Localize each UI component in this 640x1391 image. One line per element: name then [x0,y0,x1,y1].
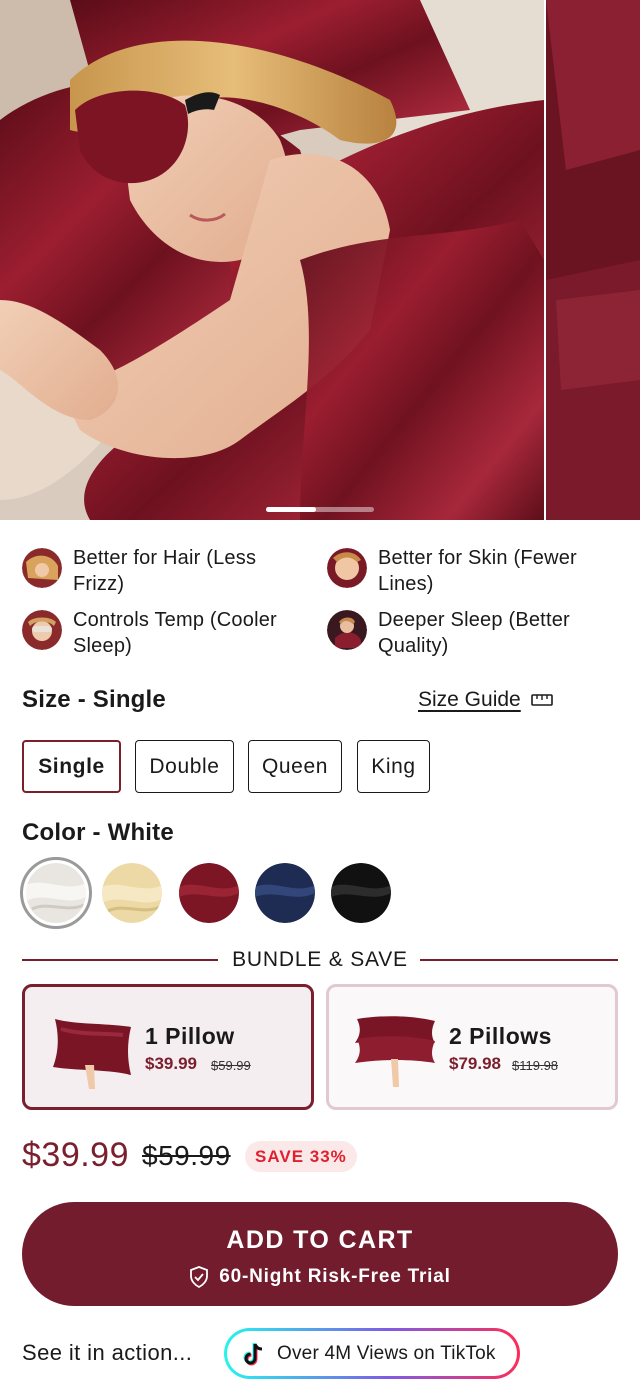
tiktok-button[interactable]: Over 4M Views on TikTok [224,1328,520,1379]
swatch-white[interactable] [26,863,86,923]
swatch-burgundy[interactable] [179,863,239,923]
bundle-2-name: 2 Pillows [449,1023,552,1049]
two-pillows-icon [355,1016,435,1087]
benefit-temp: Controls Temp (Cooler Sleep) [22,607,303,659]
add-to-cart-button[interactable]: ADD TO CART 60-Night Risk-Free Trial [22,1202,618,1306]
next-product-image[interactable] [546,0,640,520]
benefit-temp-label: Controls Temp (Cooler Sleep) [73,609,277,657]
benefit-hair: Better for Hair (Less Frizz) [22,545,303,597]
temp-thumb-icon [22,610,62,650]
size-option-king[interactable]: King [357,740,430,793]
size-option-queen[interactable]: Queen [248,740,342,793]
size-guide-link[interactable]: Size Guide [418,688,553,712]
see-in-action-label: See it in action... [22,1340,193,1365]
product-gallery[interactable] [0,0,640,520]
bundle-divider-left [22,959,218,961]
single-pillow-icon [53,1019,131,1089]
add-to-cart-label: ADD TO CART [226,1226,414,1254]
bundle-1-name: 1 Pillow [145,1023,235,1049]
skin-thumb-icon [327,548,367,588]
gallery-pagination [266,507,374,512]
bundle-option-2-pillows[interactable]: 2 Pillows $79.98 $119.98 [326,984,618,1110]
product-hero-image[interactable] [0,0,544,520]
benefit-sleep-label: Deeper Sleep (Better Quality) [378,609,570,657]
trial-label: 60-Night Risk-Free Trial [219,1266,451,1287]
size-guide-label: Size Guide [418,688,521,711]
tiktok-label: Over 4M Views on TikTok [277,1342,496,1364]
swatch-champagne[interactable] [102,863,162,923]
trial-note: 60-Night Risk-Free Trial [22,1266,618,1288]
original-price: $59.99 [142,1140,231,1171]
save-badge: SAVE 33% [245,1141,357,1172]
gallery-pagination-active [266,507,316,512]
size-option-single[interactable]: Single [22,740,121,793]
bundle-title: BUNDLE & SAVE [232,948,408,971]
bundle-divider-right [420,959,618,961]
size-heading: Size - Single [22,686,166,713]
bundle-1-price: $39.99 [145,1054,197,1073]
ruler-icon [530,694,553,706]
bundle-option-1-pillow[interactable]: 1 Pillow $39.99 $59.99 [22,984,314,1110]
tiktok-icon [243,1342,263,1366]
benefit-sleep: Deeper Sleep (Better Quality) [327,607,608,659]
benefit-skin-label: Better for Skin (Fewer Lines) [378,547,577,595]
bundle-1-old-price: $59.99 [211,1058,251,1073]
bundle-2-old-price: $119.98 [512,1058,559,1073]
shield-check-icon [190,1266,209,1288]
hair-thumb-icon [22,548,62,588]
tiktok-button-inner: Over 4M Views on TikTok [227,1331,517,1376]
swatch-black[interactable] [331,863,391,923]
color-heading: Color - White [22,819,174,846]
bundle-2-price: $79.98 [449,1054,501,1073]
sleep-thumb-icon [327,610,367,650]
benefit-skin: Better for Skin (Fewer Lines) [327,545,608,597]
benefit-hair-label: Better for Hair (Less Frizz) [73,547,257,595]
size-option-double[interactable]: Double [135,740,234,793]
current-price: $39.99 [22,1136,129,1174]
swatch-navy[interactable] [255,863,315,923]
